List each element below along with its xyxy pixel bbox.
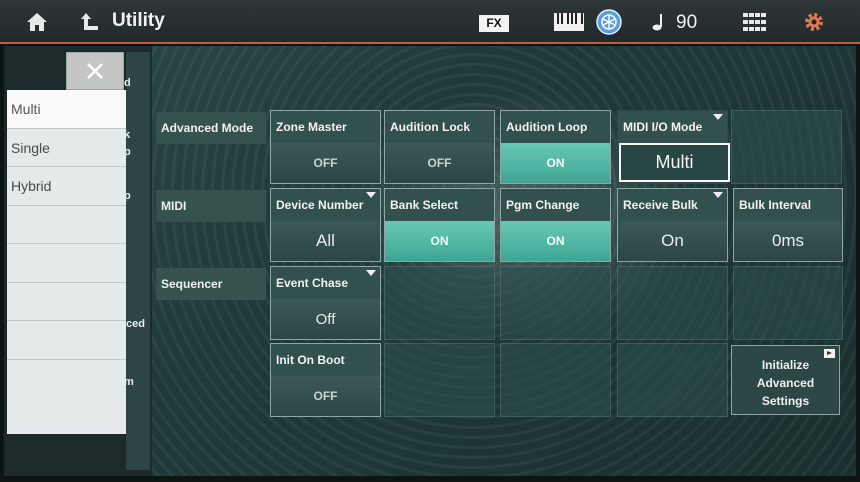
note-icon[interactable] [648, 6, 668, 38]
audition-loop-label: Audition Loop [501, 111, 610, 143]
option-empty [7, 359, 126, 398]
bank-select-label: Bank Select [385, 189, 494, 221]
empty-cell [500, 343, 611, 417]
audition-lock-value[interactable]: OFF [385, 143, 494, 183]
midi-io-mode-label: MIDI I/O Mode [618, 111, 727, 143]
chevron-down-icon [366, 270, 376, 276]
close-button[interactable] [66, 52, 124, 90]
back-arrow-icon[interactable] [76, 6, 104, 38]
option-single[interactable]: Single [7, 128, 126, 167]
empty-cell [500, 266, 611, 340]
initialize-button-line: Initialize [761, 358, 810, 372]
chevron-down-icon [366, 192, 376, 198]
initialize-advanced-settings-button[interactable]: Initialize Advanced Settings [731, 345, 840, 415]
close-icon [87, 63, 103, 79]
chevron-down-icon [713, 192, 723, 198]
pgm-change-cell[interactable]: Pgm Change ON [500, 188, 611, 262]
empty-cell [384, 266, 495, 340]
option-empty [7, 282, 126, 321]
event-chase-cell[interactable]: Event Chase Off [270, 266, 381, 340]
pgm-change-label: Pgm Change [501, 189, 610, 221]
pgm-change-value[interactable]: ON [501, 221, 610, 261]
event-chase-label: Event Chase [271, 267, 380, 299]
bulk-interval-value[interactable]: 0ms [734, 221, 842, 261]
initialize-button-line: Settings [761, 394, 810, 408]
gear-icon[interactable] [800, 6, 828, 38]
zone-master-cell[interactable]: Zone Master OFF [270, 110, 381, 184]
mode-dropdown-list: Multi Single Hybrid [7, 90, 126, 434]
receive-bulk-label: Receive Bulk [618, 189, 727, 221]
device-number-label: Device Number [271, 189, 380, 221]
device-number-cell[interactable]: Device Number All [270, 188, 381, 262]
side-nav-column[interactable] [126, 52, 150, 470]
receive-bulk-cell[interactable]: Receive Bulk On [617, 188, 728, 262]
empty-cell [733, 266, 843, 340]
receive-bulk-value[interactable]: On [618, 221, 727, 261]
empty-cell [617, 343, 728, 417]
tempo-value[interactable]: 90 [676, 12, 697, 34]
init-on-boot-cell[interactable]: Init On Boot OFF [270, 343, 381, 417]
keyboard-icon[interactable] [552, 6, 586, 38]
zone-master-value[interactable]: OFF [271, 143, 380, 183]
initialize-button-line: Advanced [756, 376, 815, 390]
option-hybrid[interactable]: Hybrid [7, 167, 126, 206]
bulk-interval-label: Bulk Interval [734, 189, 842, 221]
bank-select-value[interactable]: ON [385, 221, 494, 261]
option-empty [7, 321, 126, 360]
audition-loop-cell[interactable]: Audition Loop ON [500, 110, 611, 184]
chevron-down-icon [713, 114, 723, 120]
fx-button[interactable]: FX [479, 15, 509, 32]
option-empty [7, 244, 126, 283]
row-label-sequencer: Sequencer [156, 268, 266, 300]
zone-master-label: Zone Master [271, 111, 380, 143]
row-label-advanced-mode: Advanced Mode [156, 112, 266, 144]
init-on-boot-value[interactable]: OFF [271, 376, 380, 416]
side-nav-fragment[interactable]: ced [126, 318, 145, 330]
midi-io-mode-value[interactable]: Multi [619, 143, 730, 182]
audition-lock-label: Audition Lock [385, 111, 494, 143]
header-bar: Utility FX 90 [0, 0, 860, 44]
grid-icon[interactable] [741, 6, 769, 38]
row-label-midi: MIDI [156, 190, 266, 222]
empty-cell [384, 343, 495, 417]
side-nav-fragment[interactable]: d [124, 77, 131, 89]
bank-select-cell[interactable]: Bank Select ON [384, 188, 495, 262]
page-title: Utility [112, 10, 165, 31]
audition-loop-value[interactable]: ON [501, 143, 610, 183]
audition-lock-cell[interactable]: Audition Lock OFF [384, 110, 495, 184]
empty-cell [617, 266, 728, 340]
device-number-value[interactable]: All [271, 221, 380, 261]
play-icon [824, 349, 835, 358]
yamaha-logo-icon[interactable] [594, 6, 624, 38]
option-multi[interactable]: Multi [7, 90, 126, 129]
event-chase-value[interactable]: Off [271, 299, 380, 339]
option-empty [7, 205, 126, 244]
home-icon[interactable] [20, 6, 54, 38]
bulk-interval-cell[interactable]: Bulk Interval 0ms [733, 188, 843, 262]
empty-cell [731, 110, 842, 184]
init-on-boot-label: Init On Boot [271, 344, 380, 376]
